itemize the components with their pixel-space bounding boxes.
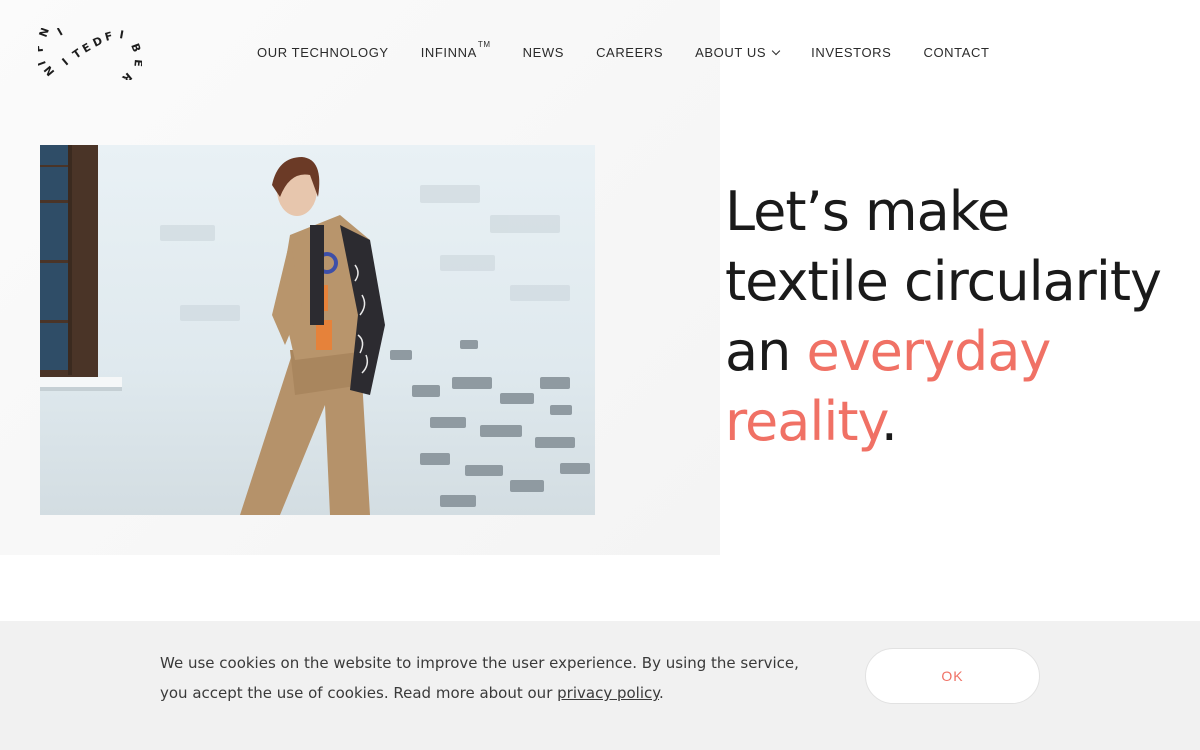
logo-letter: E: [131, 59, 142, 68]
headline-period: .: [880, 390, 898, 453]
headline-line-2: textile circularity: [725, 250, 1162, 313]
logo-letter: B: [128, 42, 142, 54]
cookie-text-end: .: [658, 684, 664, 702]
nav-about-us[interactable]: ABOUT US: [695, 45, 781, 60]
logo-letter: I: [118, 28, 124, 42]
main-navigation: OUR TECHNOLOGY INFINNA TM NEWS CAREERS AB…: [257, 40, 990, 60]
hero-headline: Let’s make textile circularity an everyd…: [725, 177, 1195, 457]
logo-letter: I: [55, 28, 65, 39]
cookie-text: We use cookies on the website to improve…: [160, 654, 799, 702]
nav-our-technology[interactable]: OUR TECHNOLOGY: [257, 45, 389, 60]
headline-accent-reality: reality: [725, 390, 882, 453]
logo-letter: I: [38, 59, 49, 67]
nav-label: INFINNA: [420, 45, 477, 60]
cookie-ok-button[interactable]: OK: [865, 648, 1040, 704]
nav-label: INVESTORS: [811, 45, 892, 60]
logo-letter: F: [38, 44, 46, 53]
nav-careers[interactable]: CAREERS: [596, 45, 663, 60]
cookie-banner: We use cookies on the website to improve…: [0, 621, 1200, 750]
logo-letter: F: [103, 29, 114, 44]
nav-infinna[interactable]: INFINNA TM: [420, 40, 491, 60]
nav-contact[interactable]: CONTACT: [923, 45, 989, 60]
infinited-fiber-logo[interactable]: N I F I N I T E D F I B E R: [32, 25, 145, 85]
logo-letter: E: [80, 41, 93, 56]
nav-label: CONTACT: [923, 45, 990, 60]
nav-investors[interactable]: INVESTORS: [811, 45, 891, 60]
hero-photo: [40, 145, 595, 515]
headline-accent-everyday: everyday: [806, 320, 1051, 383]
nav-label: NEWS: [522, 45, 565, 60]
cookie-message: We use cookies on the website to improve…: [160, 648, 800, 708]
nav-label: ABOUT US: [695, 45, 767, 60]
privacy-policy-link[interactable]: privacy policy: [557, 684, 659, 702]
trademark-mark: TM: [477, 40, 491, 49]
nav-label: CAREERS: [596, 45, 664, 60]
nav-label: OUR TECHNOLOGY: [257, 45, 389, 60]
hero-photo-illustration: [40, 145, 590, 515]
nav-news[interactable]: NEWS: [523, 45, 564, 60]
headline-line-1: Let’s make: [725, 180, 1010, 243]
logo-letter: I: [60, 56, 71, 69]
logo-letter: N: [38, 28, 52, 39]
logo-letter: R: [119, 70, 134, 80]
chevron-down-icon: [771, 46, 781, 56]
headline-an: an: [725, 320, 807, 383]
logo-letter: D: [91, 34, 105, 50]
